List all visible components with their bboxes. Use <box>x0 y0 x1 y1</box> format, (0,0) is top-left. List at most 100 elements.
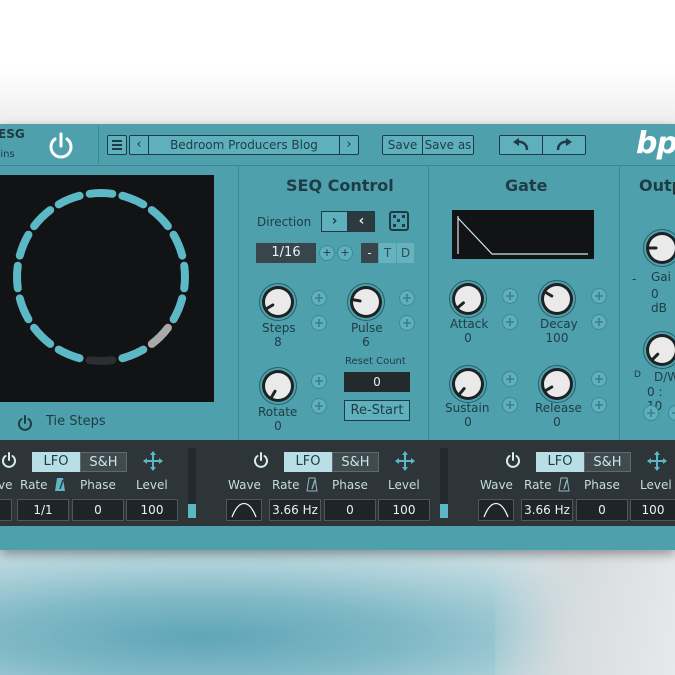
power-icon[interactable] <box>44 130 78 162</box>
plus-icon[interactable] <box>668 405 675 421</box>
restart-button[interactable]: Re-Start <box>344 400 410 421</box>
lfo2-wave-label: Wave <box>228 478 261 492</box>
seq-rate-value[interactable]: 1/16 <box>256 243 316 263</box>
sequencer-step[interactable] <box>118 191 148 209</box>
undo-button[interactable] <box>500 136 543 154</box>
plus-icon[interactable] <box>502 288 518 304</box>
lfo2-wave-selector[interactable] <box>226 499 262 521</box>
lfo3-rate-value[interactable]: 3.66 Hz <box>521 499 573 521</box>
rotate-value: 0 <box>274 419 282 433</box>
sequencer-step[interactable] <box>30 206 55 231</box>
sine-wave-icon <box>483 502 509 518</box>
preset-next-button[interactable]: › <box>339 136 358 154</box>
sequencer-step[interactable] <box>15 230 33 260</box>
dry-wet-label: D/W <box>654 370 675 384</box>
plus-icon[interactable] <box>502 314 518 330</box>
plus-icon[interactable] <box>502 397 518 413</box>
redo-button[interactable] <box>543 136 586 154</box>
lfo1-wave-label: ve <box>0 478 13 492</box>
lfo3-phase-value[interactable]: 0 <box>576 499 628 521</box>
plus-icon[interactable] <box>591 397 607 413</box>
dry-wet-knob[interactable] <box>642 330 675 374</box>
plus-icon[interactable] <box>399 315 415 331</box>
plus-icon[interactable] <box>643 405 659 421</box>
plus-icon[interactable] <box>399 290 415 306</box>
steps-knob[interactable] <box>258 282 298 326</box>
lfo1-level-value[interactable]: 100 <box>126 499 178 521</box>
rate-increment-button[interactable]: + <box>337 245 353 261</box>
gain-knob[interactable] <box>642 228 675 272</box>
lfo3-level-value[interactable]: 100 <box>630 499 675 521</box>
sequencer-step[interactable] <box>15 294 33 324</box>
sequencer-step[interactable] <box>118 345 148 363</box>
preset-name[interactable]: Bedroom Producers Blog <box>150 136 338 154</box>
lfo2-lfo-button[interactable]: LFO <box>284 452 332 472</box>
lfo3-wave-selector[interactable] <box>478 499 514 521</box>
sequencer-step[interactable] <box>169 230 187 260</box>
gain-value: 0 dB <box>651 287 667 315</box>
rate-mode-triplet[interactable]: T <box>379 243 396 263</box>
rate-decrement-button[interactable]: + <box>319 245 335 261</box>
lfo1-rate-label: Rate <box>20 478 48 492</box>
lfo2-power-icon[interactable] <box>252 451 270 469</box>
output-title: Outp <box>639 176 675 195</box>
plus-icon[interactable] <box>591 288 607 304</box>
lfo2-level-value[interactable]: 100 <box>378 499 430 521</box>
direction-backward-button[interactable]: ‹ <box>348 211 375 232</box>
direction-forward-button[interactable]: › <box>321 211 348 232</box>
lfo3-lfo-button[interactable]: LFO <box>536 452 584 472</box>
plus-icon[interactable] <box>311 315 327 331</box>
metronome-icon[interactable] <box>558 477 570 492</box>
reset-count-value[interactable]: 0 <box>344 372 410 392</box>
seq-control-title: SEQ Control <box>286 176 394 195</box>
sequencer-step[interactable] <box>147 323 172 348</box>
lfo3-move-icon[interactable] <box>646 450 668 472</box>
metronome-icon[interactable] <box>54 477 66 492</box>
tie-steps-power-icon[interactable] <box>16 414 34 432</box>
lfo2-rate-label: Rate <box>272 478 300 492</box>
sequencer-step[interactable] <box>180 261 189 293</box>
preset-menu-button[interactable] <box>107 135 127 155</box>
lfo1-lfo-button[interactable]: LFO <box>32 452 80 472</box>
plus-icon[interactable] <box>502 371 518 387</box>
sequencer-step[interactable] <box>13 261 22 293</box>
lfo2-phase-label: Phase <box>332 478 368 492</box>
sequencer-step[interactable] <box>54 191 84 209</box>
plus-icon[interactable] <box>591 314 607 330</box>
lfo2-rate-value[interactable]: 3.66 Hz <box>269 499 321 521</box>
rate-mode-dotted[interactable]: D <box>397 243 414 263</box>
lfo1-power-icon[interactable] <box>0 451 18 469</box>
sequencer-step[interactable] <box>85 356 117 365</box>
lfo2-sh-button[interactable]: S&H <box>332 452 379 472</box>
lfo3-sh-button[interactable]: S&H <box>584 452 631 472</box>
pulse-knob[interactable] <box>346 282 386 326</box>
dice-icon[interactable] <box>389 211 409 231</box>
sequencer-step[interactable] <box>85 189 117 198</box>
sequencer-step[interactable] <box>54 345 84 363</box>
sequencer-step[interactable] <box>147 206 172 231</box>
save-as-button[interactable]: Save as <box>423 136 473 154</box>
lfo3-power-icon[interactable] <box>504 451 522 469</box>
plus-icon[interactable] <box>311 373 327 389</box>
metronome-icon[interactable] <box>306 477 318 492</box>
save-button[interactable]: Save <box>383 136 423 154</box>
lfo1-sh-button[interactable]: S&H <box>80 452 127 472</box>
lfo1-phase-value[interactable]: 0 <box>72 499 124 521</box>
sequencer-step[interactable] <box>169 294 187 324</box>
lfo2-move-icon[interactable] <box>394 450 416 472</box>
rate-mode-normal[interactable]: - <box>361 243 378 263</box>
lfo1-rate-value[interactable]: 1/1 <box>17 499 69 521</box>
background-bottom <box>0 548 675 675</box>
lfo1-wave-selector[interactable] <box>0 499 12 521</box>
preset-prev-button[interactable]: ‹ <box>130 136 149 154</box>
plus-icon[interactable] <box>591 371 607 387</box>
sequencer-step[interactable] <box>30 323 55 348</box>
lfo2-phase-value[interactable]: 0 <box>324 499 376 521</box>
plus-icon[interactable] <box>311 398 327 414</box>
plus-icon[interactable] <box>311 290 327 306</box>
lfo1-move-icon[interactable] <box>142 450 164 472</box>
sequencer-ring[interactable] <box>0 175 214 402</box>
knob-graphic <box>643 229 675 267</box>
menu-icon <box>112 140 122 142</box>
rotate-knob[interactable] <box>258 366 298 410</box>
